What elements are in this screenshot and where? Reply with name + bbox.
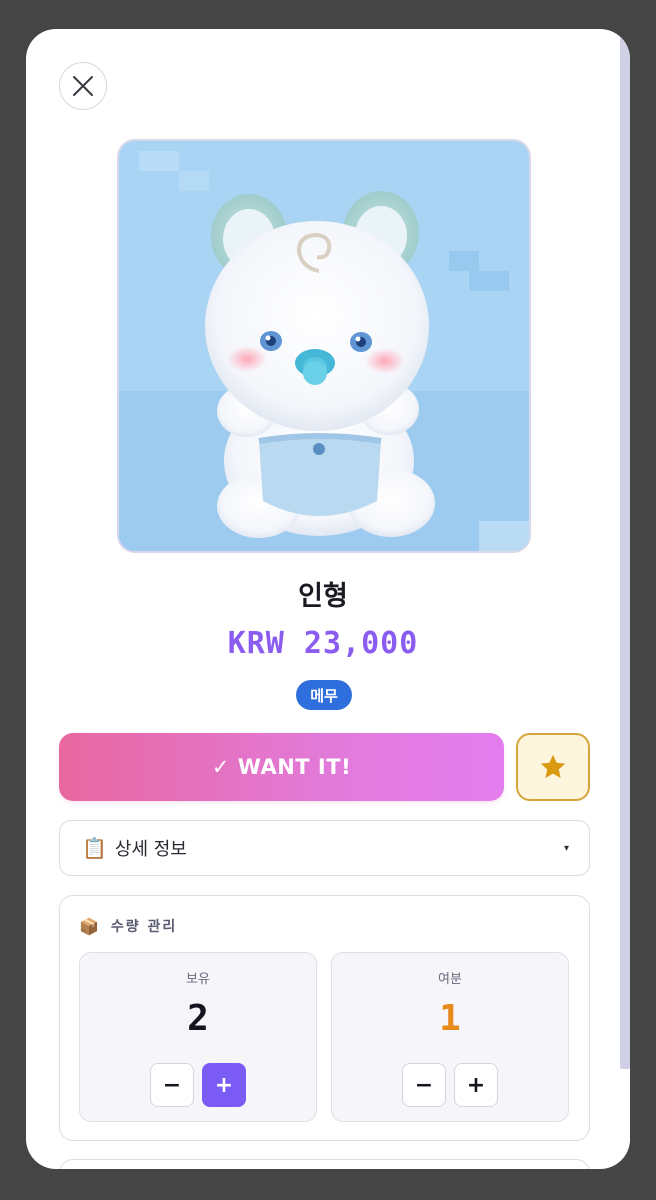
scrollbar-track[interactable] — [620, 29, 630, 1169]
quantity-title: 수량 관리 — [110, 919, 178, 935]
owned-increment-button[interactable]: + — [202, 1063, 246, 1107]
clipboard-icon: 📋 — [82, 836, 107, 860]
product-modal: 인형 KRW 23,000 메무 ✓ WANT IT! 📋 상세 정보 ▾ 📦 … — [26, 29, 630, 1169]
owned-quantity-box: 보유 2 − + — [79, 952, 317, 1122]
package-icon: 📦 — [79, 916, 99, 936]
product-image — [117, 139, 531, 553]
owned-label: 보유 — [186, 972, 210, 987]
want-it-button[interactable]: ✓ WANT IT! — [59, 733, 504, 801]
spare-decrement-button[interactable]: − — [402, 1063, 446, 1107]
favorite-button[interactable] — [516, 733, 590, 801]
product-price: KRW 23,000 — [227, 626, 419, 661]
spare-stepper: − + — [332, 1063, 568, 1107]
chevron-down-icon: ▾ — [563, 842, 569, 854]
next-section-card — [59, 1159, 590, 1169]
details-label: 상세 정보 — [114, 839, 187, 860]
spare-value: 1 — [439, 998, 461, 1039]
owned-value: 2 — [187, 998, 209, 1039]
scrollbar-thumb[interactable] — [620, 29, 630, 1069]
quantity-management-card: 📦 수량 관리 보유 2 − + 여분 1 − + — [59, 895, 590, 1141]
product-title: 인형 — [298, 581, 348, 612]
owned-decrement-button[interactable]: − — [150, 1063, 194, 1107]
close-icon — [73, 76, 93, 96]
details-dropdown[interactable]: 📋 상세 정보 ▾ — [59, 820, 590, 876]
spare-increment-button[interactable]: + — [454, 1063, 498, 1107]
close-button[interactable] — [59, 62, 107, 110]
spare-quantity-box: 여분 1 − + — [331, 952, 569, 1122]
member-badge[interactable]: 메무 — [296, 680, 352, 710]
owned-stepper: − + — [80, 1063, 316, 1107]
star-icon — [540, 754, 566, 778]
quantity-header: 📦 수량 관리 — [79, 916, 177, 936]
spare-label: 여분 — [438, 972, 462, 987]
